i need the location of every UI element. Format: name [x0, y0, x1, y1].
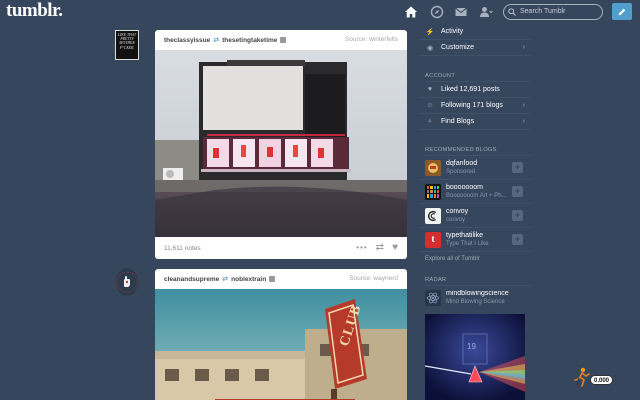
stopwatch-widget[interactable]: 0.000 [574, 366, 618, 390]
mail-icon[interactable] [453, 4, 469, 20]
reblog-mini-icon: ⇄ [213, 37, 220, 44]
post-card: theclassyissue ⇄ thesetingtaketime Sourc… [155, 30, 407, 259]
home-icon[interactable] [403, 4, 419, 20]
post-avatar-theclassyissue[interactable]: LIKE THAT PRETTY MOTHER F*CKER. [115, 30, 139, 60]
atom-icon [426, 292, 440, 304]
search-icon: ⌕ [428, 117, 432, 125]
hand-logo-icon [116, 271, 138, 293]
t-letter-icon: t [431, 234, 435, 245]
blog-name: mindblowingscience [446, 290, 509, 297]
account-section-title: ACCOUNT [425, 70, 531, 82]
explore-all-link[interactable]: Explore all of Tumblr [425, 252, 531, 266]
recommended-section-title: RECOMMENDED BLOGS [425, 144, 531, 156]
post-footer: 11,611 notes ••• ⇄ ♥ [155, 237, 407, 259]
heart-icon: ♥ [427, 86, 433, 93]
follow-button[interactable]: + [512, 186, 523, 197]
pencil-icon [618, 8, 626, 15]
post-photo[interactable] [155, 289, 407, 400]
blog-subtitle: Sponsored [446, 168, 476, 175]
recommended-blog-convoy[interactable]: convoy convoy + [419, 204, 531, 228]
sidebar-item-following[interactable]: ☺ Following 171 blogs › [419, 98, 531, 114]
chevron-right-icon: › [522, 102, 525, 109]
post-source-link[interactable]: Source: waynerd [349, 275, 398, 282]
follow-button[interactable]: + [512, 210, 523, 221]
recommended-blog-typethatilike[interactable]: t typethatilike Type That I Like + [419, 228, 531, 252]
tumblr-logo[interactable]: tumblr. [6, 0, 63, 22]
eye-icon: ◉ [426, 44, 434, 52]
blog-subtitle: Mind Blowing Science [446, 299, 505, 305]
compass-icon[interactable] [429, 4, 445, 20]
blog-name: typethatilike [446, 231, 483, 239]
reblogged-from-link[interactable]: noblextrain [231, 276, 266, 283]
post-source-link[interactable]: Source: winterfells [345, 36, 398, 43]
blog-name: dqfanfood [446, 159, 478, 167]
post-author-link[interactable]: cleanandsupreme [164, 276, 219, 283]
more-icon[interactable]: ••• [356, 243, 367, 252]
stopwatch-value: 0.000 [590, 375, 614, 385]
heart-icon[interactable]: ♥ [392, 242, 398, 253]
search-input[interactable]: Search Tumblr [503, 4, 603, 20]
blog-name: booooooom [446, 183, 483, 191]
sidebar-item-customize[interactable]: ◉ Customize › [419, 40, 531, 56]
reblogged-from-link[interactable]: thesetingtaketime [222, 37, 277, 44]
follow-square-icon[interactable] [280, 37, 287, 43]
sidebar-item-likes[interactable]: ♥ Liked 12,691 posts [419, 82, 531, 98]
radar-section-title: RADAR [425, 274, 531, 286]
recommended-blog-dqfanfood[interactable]: dqfanfood Sponsored + [419, 156, 531, 180]
account-icon[interactable] [478, 4, 494, 20]
post-author-link[interactable]: theclassyissue [164, 37, 210, 44]
sidebar: ⚡ Activity ◉ Customize › ACCOUNT ♥ Liked… [419, 24, 531, 310]
sidebar-item-find-blogs[interactable]: ⌕ Find Blogs › [419, 114, 531, 130]
sidebar-item-label: Following 171 blogs [441, 102, 503, 109]
blog-avatar [425, 290, 441, 306]
follow-button[interactable]: + [512, 234, 523, 245]
follow-button[interactable]: + [512, 162, 523, 173]
user-plus-icon: ☺ [426, 102, 434, 109]
notes-count[interactable]: 11,611 notes [164, 245, 201, 252]
blog-avatar: t [425, 231, 441, 248]
sidebar-item-label: Find Blogs [441, 118, 475, 125]
reblog-mini-icon: ⇄ [222, 276, 229, 283]
reblog-icon[interactable]: ⇄ [376, 242, 384, 253]
blog-name: convoy [446, 207, 469, 215]
radar-post-image[interactable]: 19 [425, 314, 525, 400]
convoy-logo-icon [427, 210, 437, 221]
sidebar-item-label: Activity [441, 28, 464, 35]
sidebar-item-label: Customize [441, 44, 475, 51]
recommended-blog-booooooom[interactable]: booooooom Booooooom Art + Ph... + [419, 180, 531, 204]
avatar-text: LIKE THAT PRETTY MOTHER F*CKER. [117, 33, 137, 50]
blog-subtitle: Type That I Like [446, 240, 489, 247]
follow-square-icon[interactable] [269, 276, 276, 282]
compose-button[interactable] [612, 3, 632, 20]
blog-subtitle: convoy [446, 216, 466, 223]
search-icon [508, 8, 516, 16]
blog-subtitle: Booooooom Art + Ph... [446, 192, 507, 199]
svg-text:19: 19 [467, 342, 476, 351]
header-bar: tumblr. Search Tumblr [0, 0, 640, 24]
post-header: theclassyissue ⇄ thesetingtaketime Sourc… [155, 30, 407, 50]
chevron-right-icon: › [522, 118, 525, 125]
sidebar-item-label: Liked 12,691 posts [441, 86, 500, 93]
post-card: cleanandsupreme ⇄ noblextrain Source: wa… [155, 269, 407, 400]
blog-avatar [425, 159, 441, 176]
blog-avatar [425, 183, 441, 200]
search-placeholder: Search Tumblr [520, 8, 566, 15]
sidebar-item-activity[interactable]: ⚡ Activity [419, 24, 531, 40]
radar-blog-mindblowingscience[interactable]: mindblowingscience Mind Blowing Science [419, 286, 531, 310]
post-header: cleanandsupreme ⇄ noblextrain Source: wa… [155, 269, 407, 289]
post-avatar-cleanandsupreme[interactable] [116, 268, 138, 296]
chevron-right-icon: › [522, 44, 525, 51]
lightning-icon: ⚡ [425, 28, 435, 36]
blog-avatar [425, 207, 441, 224]
post-photo[interactable] [155, 50, 407, 237]
